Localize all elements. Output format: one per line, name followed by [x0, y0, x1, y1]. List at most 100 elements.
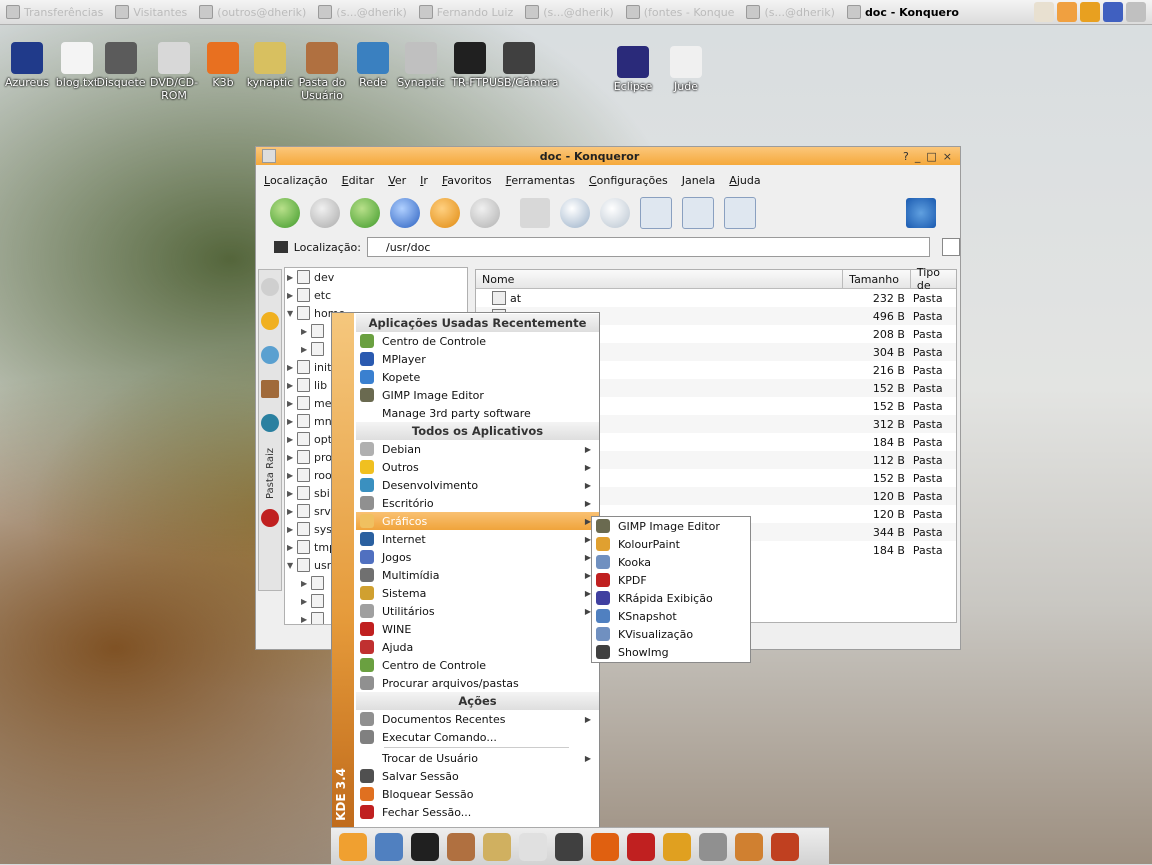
panel-launcher-icon[interactable] [663, 832, 691, 861]
network-icon[interactable] [261, 346, 279, 364]
kde-menu-item[interactable]: Bloquear Sessão [356, 785, 599, 803]
tray-icon[interactable] [1034, 2, 1054, 22]
expanded-arrow-icon[interactable]: ▼ [287, 309, 294, 318]
zoom-in-icon[interactable] [560, 198, 590, 228]
kde-menu-item[interactable]: Debian ▶ [356, 440, 599, 458]
kde-menu-item[interactable]: Trocar de Usuário ▶ [356, 749, 599, 767]
tree-item[interactable]: ▶ dev [285, 268, 467, 286]
taskbar-task[interactable]: (s...@dherik) [740, 2, 840, 22]
web-icon[interactable] [261, 414, 279, 432]
panel-launcher-icon[interactable] [483, 832, 511, 861]
taskbar-task[interactable]: doc - Konquero [841, 2, 965, 22]
col-name-header[interactable]: Nome [476, 270, 844, 288]
kde-menu-item[interactable]: Gráficos ▶ [356, 512, 599, 530]
kde-menu-item[interactable]: WINE [356, 620, 599, 638]
kde-menu-item[interactable]: Executar Comando... [356, 728, 599, 746]
collapsed-arrow-icon[interactable]: ▶ [287, 381, 294, 390]
kde-menu-item[interactable]: Desenvolvimento ▶ [356, 476, 599, 494]
submenu-item[interactable]: KPDF [592, 571, 750, 589]
devices-icon[interactable] [261, 278, 279, 296]
kde-menu-item[interactable]: Centro de Controle [356, 656, 599, 674]
print-icon[interactable] [520, 198, 550, 228]
expanded-arrow-icon[interactable]: ▼ [287, 561, 294, 570]
panel-launcher-icon[interactable] [735, 832, 763, 861]
taskbar-task[interactable]: Visitantes [109, 2, 193, 22]
kde-menu-item[interactable]: Ajuda [356, 638, 599, 656]
tray-icon[interactable] [1103, 2, 1123, 22]
kde-menu-item[interactable]: Manage 3rd party software [356, 404, 599, 422]
menu-item[interactable]: Favoritos [442, 174, 492, 187]
kde-menu-item[interactable]: Documentos Recentes ▶ [356, 710, 599, 728]
submenu-item[interactable]: Kooka [592, 553, 750, 571]
panel-launcher-icon[interactable] [555, 832, 583, 861]
go-icon[interactable] [942, 238, 961, 256]
submenu-item[interactable]: GIMP Image Editor [592, 517, 750, 535]
panel-launcher-icon[interactable] [699, 832, 727, 861]
col-size-header[interactable]: Tamanho [843, 270, 911, 288]
menu-item[interactable]: Ajuda [729, 174, 760, 187]
collapsed-arrow-icon[interactable]: ▶ [287, 453, 294, 462]
menu-item[interactable]: Localização [264, 174, 328, 187]
kde-menu-item[interactable]: Procurar arquivos/pastas [356, 674, 599, 692]
kde-menu-item[interactable]: Multimídia ▶ [356, 566, 599, 584]
tray-icon[interactable] [1057, 2, 1077, 22]
kde-menu-item[interactable]: GIMP Image Editor [356, 386, 599, 404]
maximize-button[interactable]: □ [926, 150, 936, 163]
desktop-icon[interactable]: kynaptic [240, 42, 300, 89]
taskbar-task[interactable]: (fontes - Konque [620, 2, 741, 22]
panel-launcher-icon[interactable] [591, 832, 619, 861]
back-icon[interactable] [270, 198, 300, 228]
tray-icon[interactable] [1080, 2, 1100, 22]
help-button[interactable]: ? [903, 150, 909, 163]
panel-launcher-icon[interactable] [519, 832, 547, 861]
collapsed-arrow-icon[interactable]: ▶ [287, 471, 294, 480]
taskbar-task[interactable]: Transferências [0, 2, 109, 22]
desktop-icon[interactable]: Jude [656, 46, 716, 93]
submenu-item[interactable]: KVisualização [592, 625, 750, 643]
sidebar-root-label[interactable]: Pasta Raiz [265, 448, 276, 499]
desktop-icon[interactable]: Eclipse [603, 46, 663, 93]
taskbar-task[interactable]: (s...@dherik) [519, 2, 619, 22]
view-icon[interactable] [640, 197, 672, 229]
panel-launcher-icon[interactable] [627, 832, 655, 861]
submenu-item[interactable]: ShowImg [592, 643, 750, 661]
home-icon[interactable] [390, 198, 420, 228]
collapsed-arrow-icon[interactable]: ▶ [287, 435, 294, 444]
zoom-out-icon[interactable] [600, 198, 630, 228]
panel-launcher-icon[interactable] [411, 832, 439, 861]
table-row[interactable]: at 232 B Pasta [476, 289, 956, 307]
panel-launcher-icon[interactable] [339, 832, 367, 861]
collapsed-arrow-icon[interactable]: ▶ [301, 579, 308, 588]
collapsed-arrow-icon[interactable]: ▶ [287, 543, 294, 552]
location-input[interactable]: /usr/doc [367, 237, 931, 257]
kde-menu-item[interactable]: MPlayer [356, 350, 599, 368]
preview-icon[interactable] [724, 197, 756, 229]
collapsed-arrow-icon[interactable]: ▶ [287, 525, 294, 534]
collapsed-arrow-icon[interactable]: ▶ [287, 489, 294, 498]
kde-menu-item[interactable]: Escritório ▶ [356, 494, 599, 512]
taskbar-task[interactable]: (s...@dherik) [312, 2, 412, 22]
col-type-header[interactable]: Tipo de [911, 266, 956, 292]
collapsed-arrow-icon[interactable]: ▶ [287, 399, 294, 408]
collapsed-arrow-icon[interactable]: ▶ [301, 615, 308, 624]
tray-icon[interactable] [1126, 2, 1146, 22]
up-icon[interactable] [350, 198, 380, 228]
collapsed-arrow-icon[interactable]: ▶ [301, 597, 308, 606]
menu-item[interactable]: Ver [388, 174, 406, 187]
kde-menu-item[interactable]: Salvar Sessão [356, 767, 599, 785]
taskbar-task[interactable]: Fernando Luiz [413, 2, 519, 22]
minimize-button[interactable]: _ [915, 150, 921, 163]
stop-icon[interactable] [470, 198, 500, 228]
panel-launcher-icon[interactable] [771, 832, 799, 861]
menu-item[interactable]: Ferramentas [506, 174, 575, 187]
view-mode-icon[interactable] [682, 197, 714, 229]
kde-menu-item[interactable]: Fechar Sessão... [356, 803, 599, 821]
panel-launcher-icon[interactable] [447, 832, 475, 861]
close-button[interactable]: × [943, 150, 952, 163]
kde-menu-item[interactable]: Outros ▶ [356, 458, 599, 476]
panel-launcher-icon[interactable] [375, 832, 403, 861]
konqueror-gear-icon[interactable] [906, 198, 936, 228]
kde-menu-item[interactable]: Jogos ▶ [356, 548, 599, 566]
kde-menu-item[interactable]: Kopete [356, 368, 599, 386]
collapsed-arrow-icon[interactable]: ▶ [287, 507, 294, 516]
